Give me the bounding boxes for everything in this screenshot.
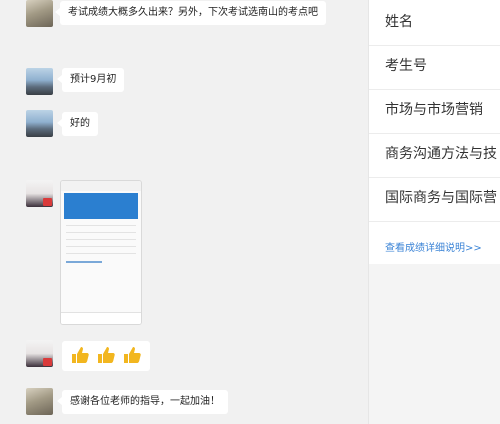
score-row-name: 姓名	[385, 14, 413, 30]
student-avatar[interactable]	[26, 180, 53, 207]
message-bubble: 好的	[57, 112, 98, 136]
thumbs-up-message	[62, 341, 150, 371]
screenshot-blue-banner	[64, 193, 138, 219]
screenshot-row	[66, 232, 136, 233]
message-bubble: 预计9月初	[56, 68, 125, 92]
divider	[369, 177, 500, 178]
screenshot-row	[66, 253, 136, 254]
chat-history: 考试成绩大概多久出来？另外，下次考试选南山的考点吧 预计9月初 好的 感谢各位老…	[0, 0, 368, 424]
message-text: 预计9月初	[70, 74, 117, 85]
screenshot-row	[66, 246, 136, 247]
score-screenshot-image[interactable]	[60, 180, 142, 325]
message-bubble: 感谢各位老师的指导，一起加油！	[57, 390, 228, 414]
message-text: 好的	[70, 118, 90, 129]
divider	[369, 221, 500, 222]
teacher-avatar[interactable]	[26, 68, 53, 95]
score-row-subject: 国际商务与国际营	[385, 190, 497, 206]
score-row-subject: 商务沟通方法与技	[385, 146, 497, 162]
teacher-avatar[interactable]	[26, 110, 53, 137]
screenshot-row	[66, 225, 136, 226]
message-bubble: 考试成绩大概多久出来？另外，下次考试选南山的考点吧	[55, 1, 326, 25]
panel-background	[369, 264, 500, 424]
divider	[369, 45, 500, 46]
message-text: 感谢各位老师的指导，一起加油！	[70, 396, 220, 407]
divider	[369, 133, 500, 134]
thumbs-up-icon	[124, 347, 141, 363]
screenshot-row	[66, 239, 136, 240]
screenshot-footer	[61, 312, 141, 324]
thumbs-up-icon	[72, 347, 89, 363]
score-panel: 姓名 考生号 市场与市场营销 商务沟通方法与技 国际商务与国际营 查看成绩详细说…	[368, 0, 500, 424]
score-row-subject: 市场与市场营销	[385, 102, 483, 118]
score-details-link[interactable]: 查看成绩详细说明>>	[385, 239, 500, 254]
sender-avatar[interactable]	[26, 0, 53, 27]
screenshot-titlebar	[61, 181, 141, 191]
score-row-exam-number: 考生号	[385, 58, 427, 74]
thumbs-up-icon	[98, 347, 115, 363]
student-avatar[interactable]	[26, 340, 53, 367]
screenshot-link	[66, 261, 102, 263]
divider	[369, 89, 500, 90]
sender-avatar[interactable]	[26, 388, 53, 415]
message-text: 考试成绩大概多久出来？另外，下次考试选南山的考点吧	[68, 7, 318, 18]
